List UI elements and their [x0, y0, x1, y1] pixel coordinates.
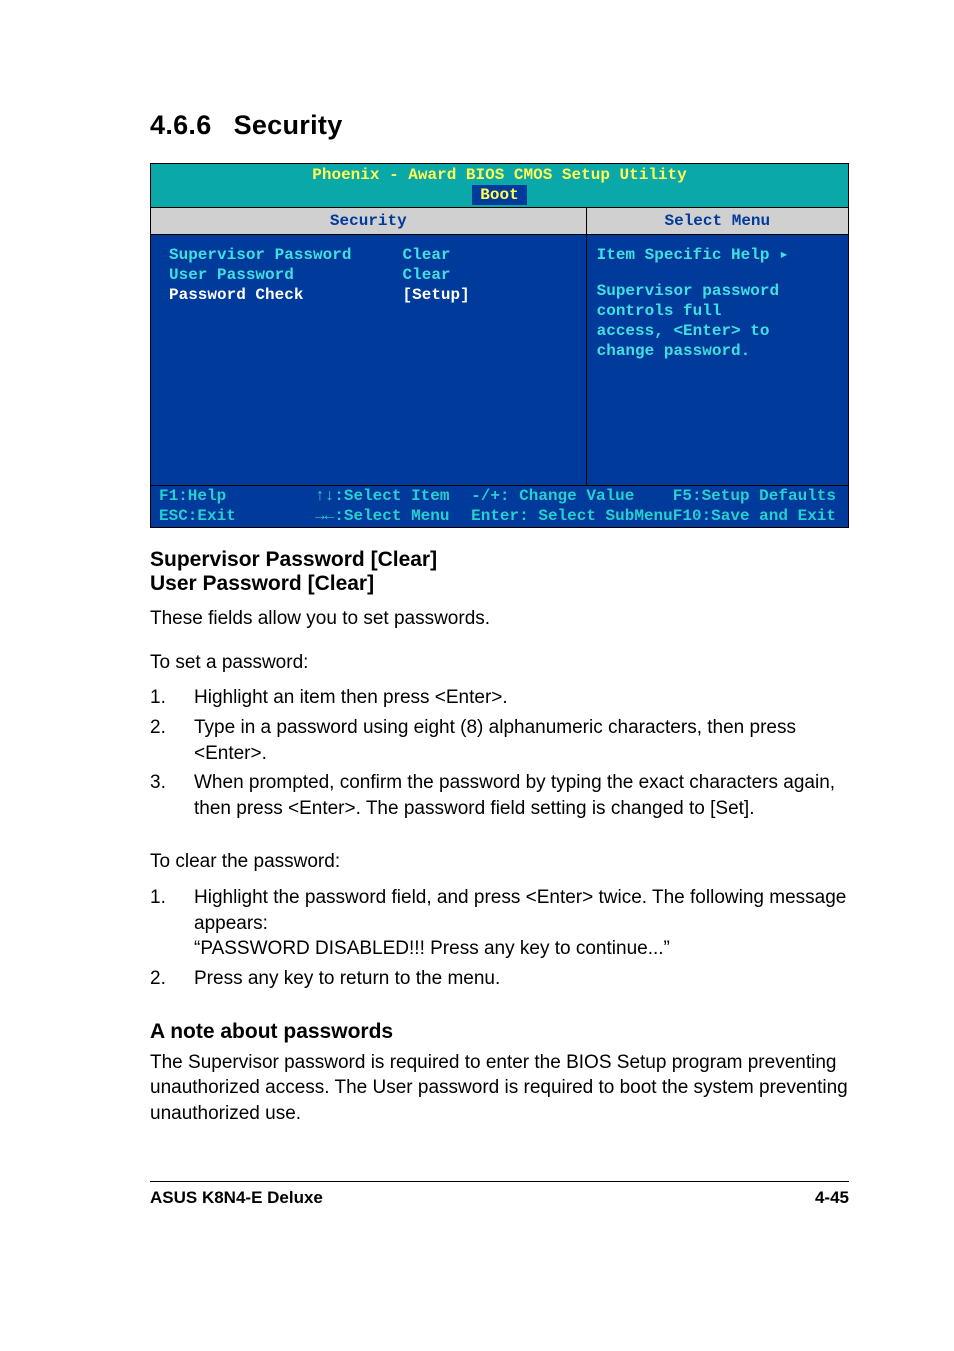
subheading-supervisor-password: Supervisor Password [Clear]: [150, 548, 849, 572]
bios-help-text: controls full: [597, 301, 838, 321]
ordered-list-set-password: 1.Highlight an item then press <Enter>. …: [150, 685, 849, 821]
bios-screenshot: Phoenix - Award BIOS CMOS Setup Utility …: [150, 163, 849, 528]
bios-tab-boot[interactable]: Boot: [472, 185, 526, 205]
bios-help-title: Item Specific Help: [597, 246, 770, 264]
hint-save-exit: F10:Save and Exit: [673, 507, 836, 525]
bios-help-text: Supervisor password: [597, 281, 838, 301]
page-footer: ASUS K8N4-E Deluxe 4-45: [150, 1188, 849, 1208]
paragraph: The Supervisor password is required to e…: [150, 1050, 849, 1127]
subheading-user-password: User Password [Clear]: [150, 572, 849, 596]
bios-item-supervisor-password[interactable]: Supervisor Password: [169, 245, 403, 265]
hint-change-value: -/+: Change Value: [471, 487, 634, 505]
hint-setup-defaults: F5:Setup Defaults: [673, 487, 836, 505]
paragraph: These fields allow you to set passwords.: [150, 606, 849, 632]
section-heading: 4.6.6 Security: [150, 110, 849, 141]
bios-value-supervisor-password: Clear: [403, 245, 572, 265]
footer-product: ASUS K8N4-E Deluxe: [150, 1188, 323, 1208]
list-item: 3.When prompted, confirm the password by…: [150, 770, 849, 821]
bios-help-text: access, <Enter> to: [597, 321, 838, 341]
paragraph: To set a password:: [150, 650, 849, 676]
bios-item-password-check[interactable]: Password Check: [169, 285, 403, 305]
paragraph: To clear the password:: [150, 849, 849, 875]
ordered-list-clear-password: 1. Highlight the password field, and pre…: [150, 885, 849, 992]
section-number: 4.6.6: [150, 110, 212, 141]
bios-value-password-check[interactable]: [Setup]: [403, 285, 572, 305]
list-item-text: “PASSWORD DISABLED!!! Press any key to c…: [194, 938, 670, 959]
chevron-right-icon: ▸: [779, 246, 789, 264]
list-item: 1.Highlight an item then press <Enter>.: [150, 685, 849, 711]
hint-select-menu: →←:Select Menu: [315, 507, 449, 525]
list-item: 2.Press any key to return to the menu.: [150, 966, 849, 992]
hint-f1-help: F1:Help: [159, 487, 226, 505]
hint-esc-exit: ESC:Exit: [159, 507, 236, 525]
section-title: Security: [234, 110, 343, 140]
bios-panel-header-right: Select Menu: [587, 207, 848, 235]
bios-value-user-password: Clear: [403, 265, 572, 285]
bios-panel-header-left: Security: [151, 207, 587, 235]
hint-select-submenu: Enter: Select SubMenu: [471, 507, 673, 525]
list-item: 2.Type in a password using eight (8) alp…: [150, 715, 849, 766]
list-item: 1. Highlight the password field, and pre…: [150, 885, 849, 962]
bios-help-text: change password.: [597, 341, 838, 361]
bios-item-user-password[interactable]: User Password: [169, 265, 403, 285]
subheading-note: A note about passwords: [150, 1020, 849, 1044]
bios-help-panel: Item Specific Help ▸ Supervisor password…: [587, 235, 848, 485]
bios-tab-row: Boot: [151, 185, 848, 207]
footer-page-number: 4-45: [815, 1188, 849, 1208]
bios-footer-hints: F1:Help ESC:Exit ↑↓:Select Item →←:Selec…: [151, 485, 848, 527]
list-item-text: Highlight the password field, and press …: [194, 887, 846, 934]
bios-settings-panel: Supervisor Password User Password Passwo…: [151, 235, 587, 485]
footer-divider: [150, 1181, 849, 1182]
hint-select-item: ↑↓:Select Item: [315, 487, 449, 505]
bios-utility-title: Phoenix - Award BIOS CMOS Setup Utility: [151, 164, 848, 185]
